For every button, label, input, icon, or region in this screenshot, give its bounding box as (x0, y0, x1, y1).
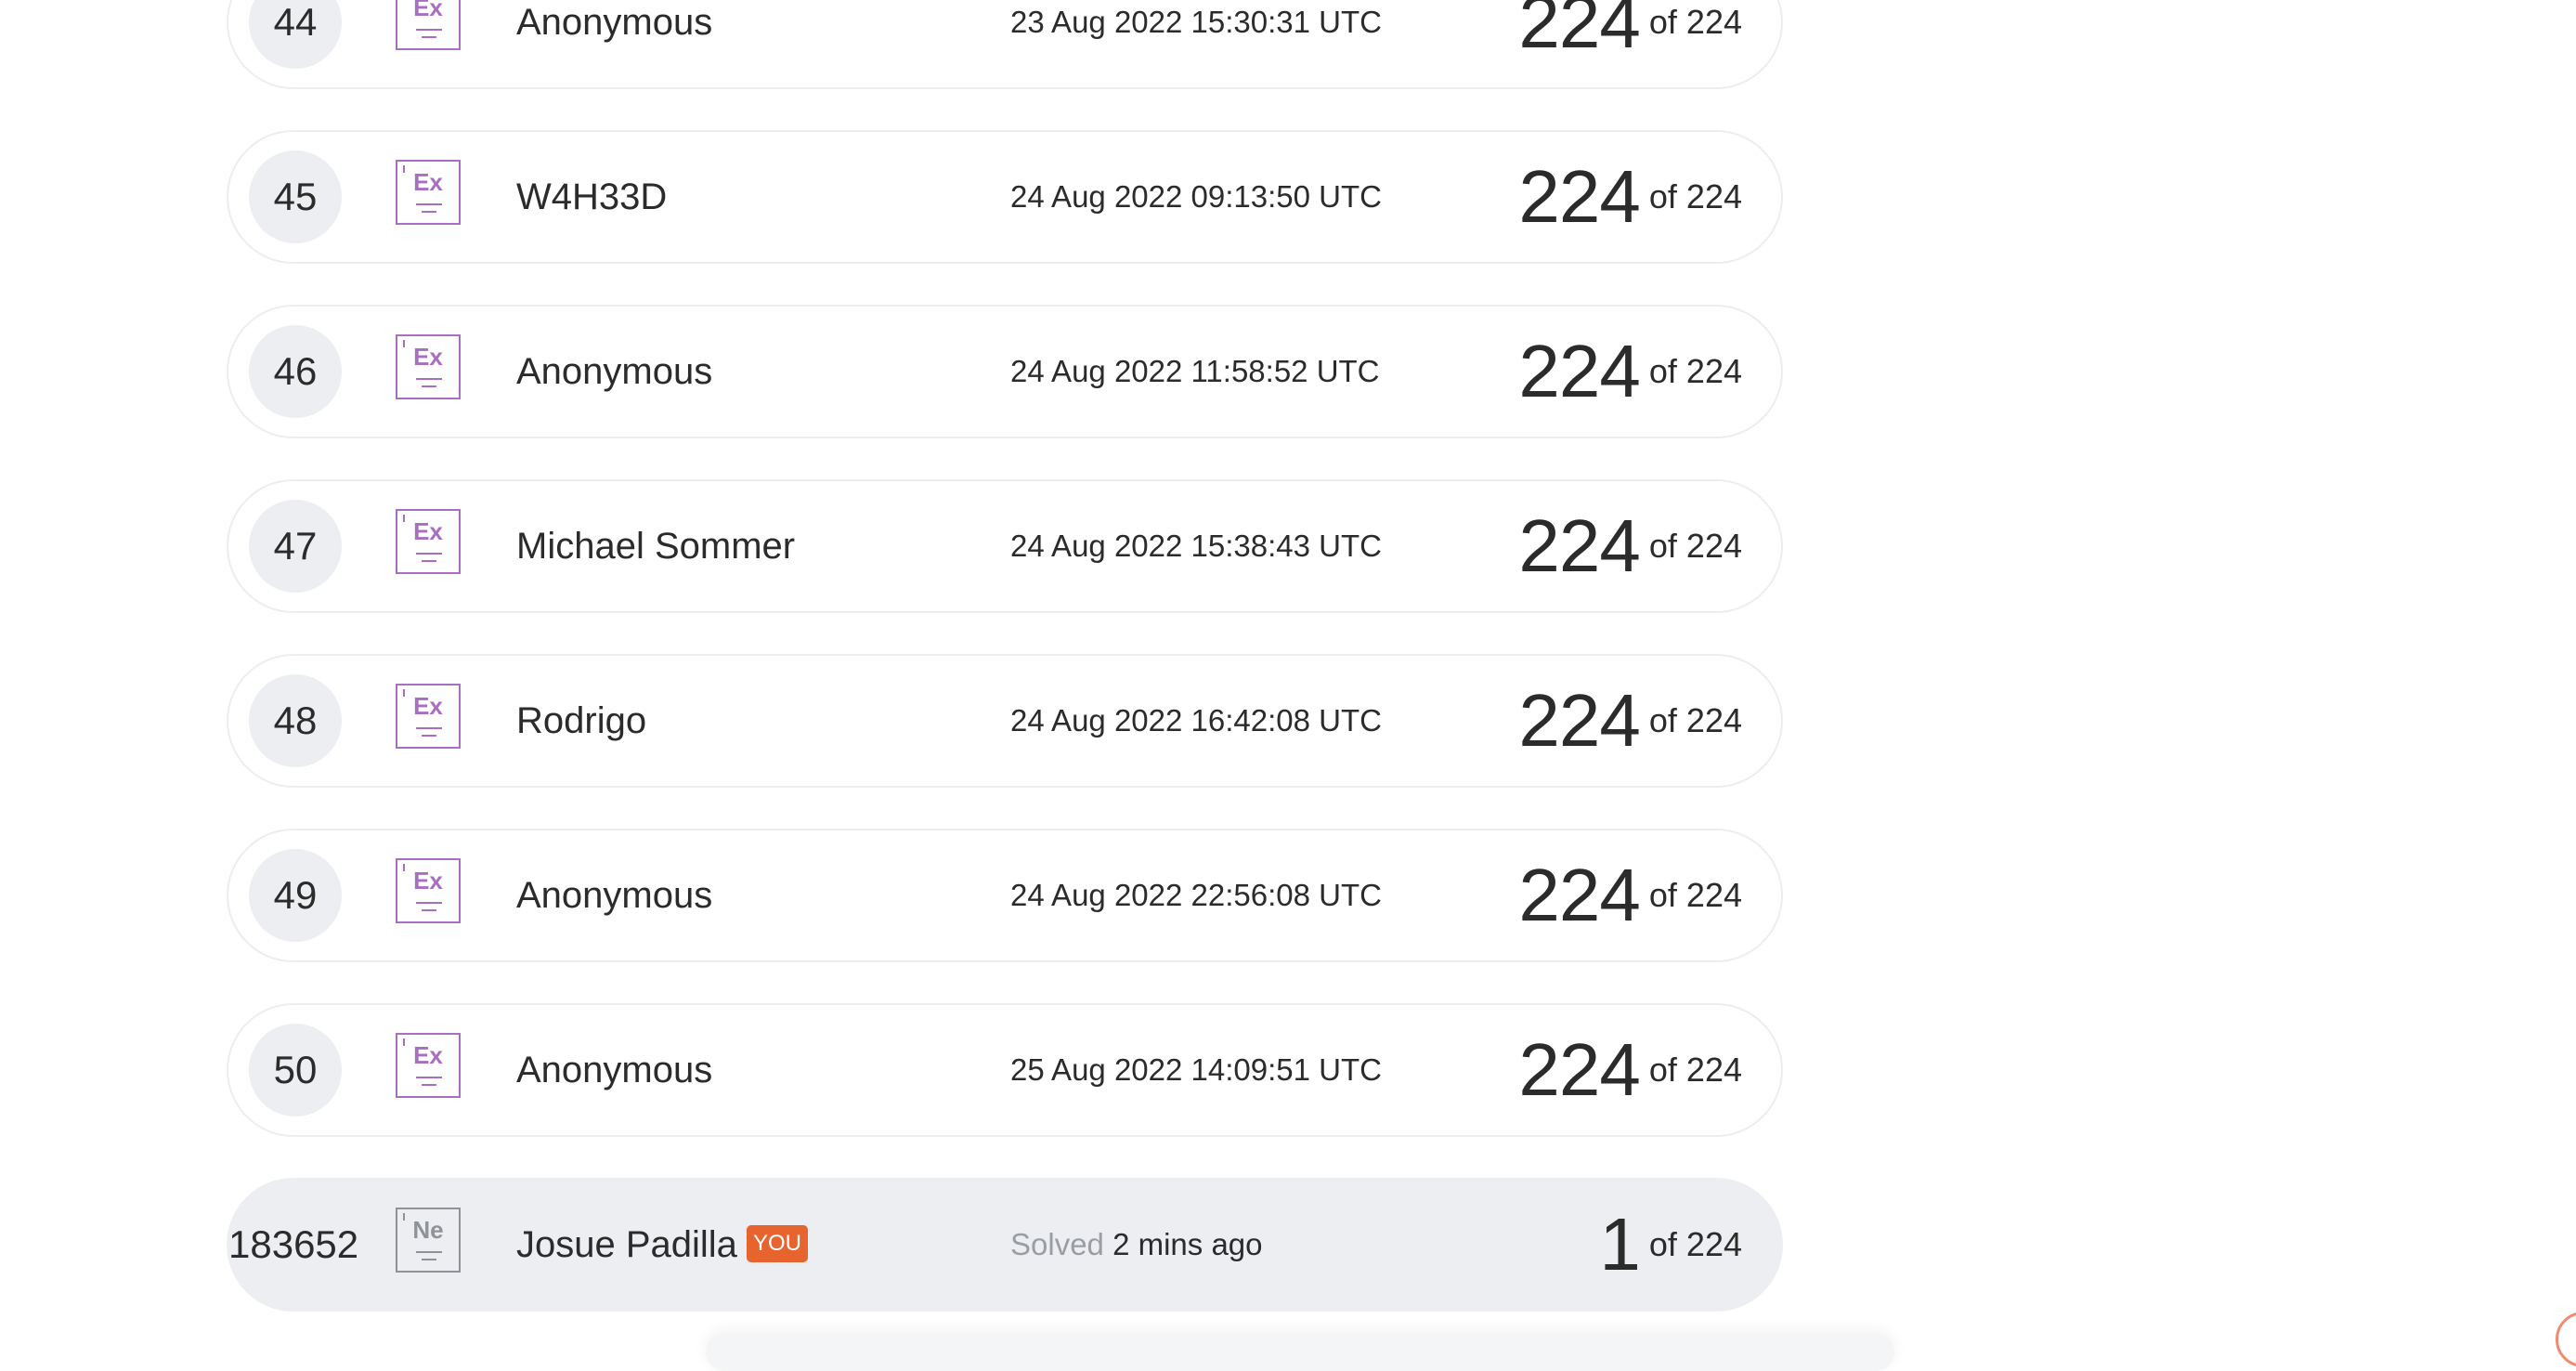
level-symbol: Ne (412, 1216, 444, 1244)
score-total: of 224 (1648, 177, 1742, 215)
expert-level-badge-icon: Ex (396, 1033, 461, 1098)
player-name[interactable]: Michael Sommer (516, 481, 795, 611)
you-badge: YOU (746, 1225, 808, 1263)
score: 224 of 224 (1518, 307, 1742, 437)
player-name[interactable]: W4H33D (516, 132, 667, 262)
score-total: of 224 (1648, 1225, 1742, 1263)
score-value: 224 (1518, 679, 1640, 762)
completion-time: 24 Aug 2022 16:42:08 UTC (1010, 703, 1382, 738)
completion-time: 24 Aug 2022 09:13:50 UTC (1010, 179, 1382, 214)
player-name[interactable]: Anonymous (516, 307, 712, 437)
leaderboard-list: 44 Ex Anonymous 23 Aug 2022 15:30:31 UTC… (227, 0, 1783, 1352)
score-value: 224 (1518, 0, 1640, 63)
completion-time: Solved 2 mins ago (1010, 1180, 1263, 1310)
score-value: 224 (1518, 330, 1640, 412)
player-name[interactable]: Josue Padilla YOU (516, 1180, 808, 1310)
level-symbol: Ex (413, 343, 443, 371)
rank-number: 46 (249, 325, 342, 418)
bottom-panel-edge (706, 1334, 1894, 1371)
rank-number: 44 (249, 0, 342, 69)
rank-number: 47 (249, 500, 342, 593)
score-total: of 224 (1648, 352, 1742, 390)
completion-time: 24 Aug 2022 11:58:52 UTC (1010, 354, 1380, 388)
score-total: of 224 (1648, 1051, 1742, 1089)
score: 224 of 224 (1518, 132, 1742, 262)
completion-time: 24 Aug 2022 15:38:43 UTC (1010, 529, 1382, 563)
level-symbol: Ex (413, 0, 443, 21)
rank-number: 50 (249, 1024, 342, 1116)
completion-time: 25 Aug 2022 14:09:51 UTC (1010, 1052, 1382, 1087)
score: 1 of 224 (1599, 1180, 1742, 1310)
score-total: of 224 (1648, 3, 1742, 41)
score: 224 of 224 (1518, 0, 1742, 87)
score-total: of 224 (1648, 701, 1742, 739)
level-symbol: Ex (413, 1041, 443, 1069)
expert-level-badge-icon: Ex (396, 684, 461, 749)
score-total: of 224 (1648, 876, 1742, 914)
level-symbol: Ex (413, 168, 443, 196)
solved-label: Solved (1010, 1227, 1104, 1261)
score: 224 of 224 (1518, 656, 1742, 786)
leaderboard-row[interactable]: 50 Ex Anonymous 25 Aug 2022 14:09:51 UTC… (227, 1003, 1783, 1137)
completion-time: 24 Aug 2022 22:56:08 UTC (1010, 878, 1382, 912)
player-name[interactable]: Anonymous (516, 1005, 712, 1135)
rank-number: 183652 (228, 1222, 359, 1266)
player-name[interactable]: Anonymous (516, 830, 712, 960)
player-name[interactable]: Rodrigo (516, 656, 646, 786)
expert-level-badge-icon: Ex (396, 334, 461, 399)
score-value: 1 (1599, 1203, 1640, 1286)
expert-level-badge-icon: Ex (396, 858, 461, 923)
score: 224 of 224 (1518, 481, 1742, 611)
expert-level-badge-icon: Ex (396, 160, 461, 225)
leaderboard-row[interactable]: 49 Ex Anonymous 24 Aug 2022 22:56:08 UTC… (227, 829, 1783, 962)
leaderboard-row[interactable]: 45 Ex W4H33D 24 Aug 2022 09:13:50 UTC 22… (227, 130, 1783, 264)
leaderboard-row[interactable]: 47 Ex Michael Sommer 24 Aug 2022 15:38:4… (227, 479, 1783, 613)
leaderboard-row[interactable]: 44 Ex Anonymous 23 Aug 2022 15:30:31 UTC… (227, 0, 1783, 89)
newbie-level-badge-icon: Ne (396, 1208, 461, 1273)
score-value: 224 (1518, 1028, 1640, 1111)
expert-level-badge-icon: Ex (396, 509, 461, 574)
score-value: 224 (1518, 504, 1640, 587)
expert-level-badge-icon: Ex (396, 0, 461, 50)
score: 224 of 224 (1518, 1005, 1742, 1135)
level-symbol: Ex (413, 867, 443, 894)
score: 224 of 224 (1518, 830, 1742, 960)
rank-number: 49 (249, 849, 342, 942)
score-value: 224 (1518, 854, 1640, 936)
current-user-row[interactable]: 183652 Ne Josue Padilla YOU Solved 2 mins… (227, 1178, 1783, 1312)
level-symbol: Ex (413, 517, 443, 545)
level-symbol: Ex (413, 692, 443, 720)
player-name-text: Josue Padilla (516, 1224, 737, 1265)
score-total: of 224 (1648, 527, 1742, 565)
rank-number: 48 (249, 674, 342, 767)
leaderboard-row[interactable]: 46 Ex Anonymous 24 Aug 2022 11:58:52 UTC… (227, 305, 1783, 438)
score-value: 224 (1518, 155, 1640, 238)
solved-time: 2 mins ago (1112, 1227, 1263, 1261)
floating-button-edge[interactable] (2556, 1312, 2576, 1367)
rank-number: 45 (249, 150, 342, 243)
completion-time: 23 Aug 2022 15:30:31 UTC (1010, 5, 1382, 39)
player-name[interactable]: Anonymous (516, 0, 712, 87)
leaderboard-row[interactable]: 48 Ex Rodrigo 24 Aug 2022 16:42:08 UTC 2… (227, 654, 1783, 788)
